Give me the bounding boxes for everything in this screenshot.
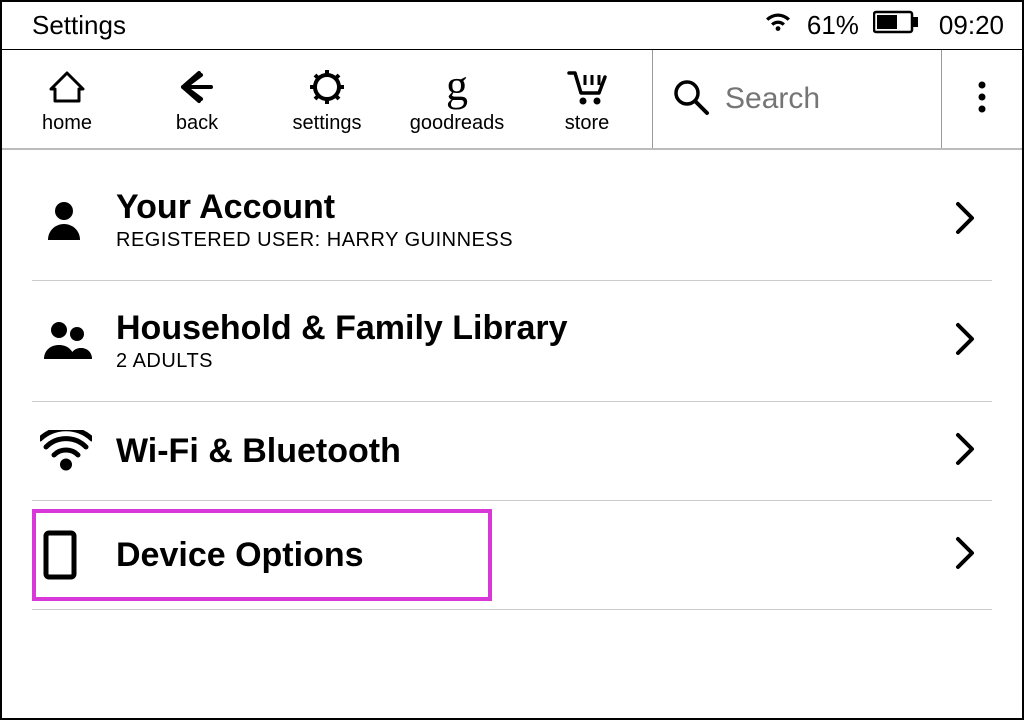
back-label: back <box>176 112 218 135</box>
wifi-icon <box>763 10 793 41</box>
row-your-account[interactable]: Your Account REGISTERED USER: HARRY GUIN… <box>32 160 992 281</box>
search-icon <box>671 77 711 122</box>
store-button[interactable]: store <box>522 50 652 148</box>
screen-title: Settings <box>32 10 763 41</box>
row-title: Household & Family Library <box>116 309 946 348</box>
home-button[interactable]: home <box>2 50 132 148</box>
row-subtitle: REGISTERED USER: HARRY GUINNESS <box>116 229 946 252</box>
more-vertical-icon <box>976 77 988 122</box>
chevron-right-icon <box>946 321 984 362</box>
wifi-icon <box>40 430 116 472</box>
settings-list: Your Account REGISTERED USER: HARRY GUIN… <box>2 150 1022 610</box>
row-title: Your Account <box>116 188 946 227</box>
back-arrow-icon <box>177 64 217 110</box>
status-bar: Settings 61% 09:20 <box>2 2 1022 50</box>
store-label: store <box>565 112 609 135</box>
chevron-right-icon <box>946 200 984 241</box>
person-icon <box>40 196 116 244</box>
toolbar: home back settings g goodreads store <box>2 50 1022 150</box>
row-wifi-bluetooth[interactable]: Wi-Fi & Bluetooth <box>32 402 992 501</box>
back-button[interactable]: back <box>132 50 262 148</box>
goodreads-label: goodreads <box>410 112 505 135</box>
battery-percent: 61% <box>807 10 859 41</box>
row-device-options[interactable]: Device Options <box>32 501 992 610</box>
settings-label: settings <box>293 112 362 135</box>
svg-text:g: g <box>446 64 468 110</box>
clock-time: 09:20 <box>933 10 1004 41</box>
row-title: Wi-Fi & Bluetooth <box>116 432 946 471</box>
tablet-icon <box>40 529 116 581</box>
settings-button[interactable]: settings <box>262 50 392 148</box>
chevron-right-icon <box>946 535 984 576</box>
chevron-right-icon <box>946 431 984 472</box>
gear-icon <box>307 64 347 110</box>
row-household[interactable]: Household & Family Library 2 ADULTS <box>32 281 992 402</box>
home-label: home <box>42 112 92 135</box>
people-icon <box>40 317 116 365</box>
row-title: Device Options <box>116 536 946 575</box>
goodreads-icon: g <box>437 64 477 110</box>
home-icon <box>47 64 87 110</box>
overflow-menu-button[interactable] <box>942 50 1022 148</box>
battery-icon <box>873 10 919 41</box>
row-subtitle: 2 ADULTS <box>116 350 946 373</box>
search-input[interactable] <box>725 82 923 116</box>
search-box[interactable] <box>652 50 942 148</box>
goodreads-button[interactable]: g goodreads <box>392 50 522 148</box>
cart-icon <box>565 64 609 110</box>
